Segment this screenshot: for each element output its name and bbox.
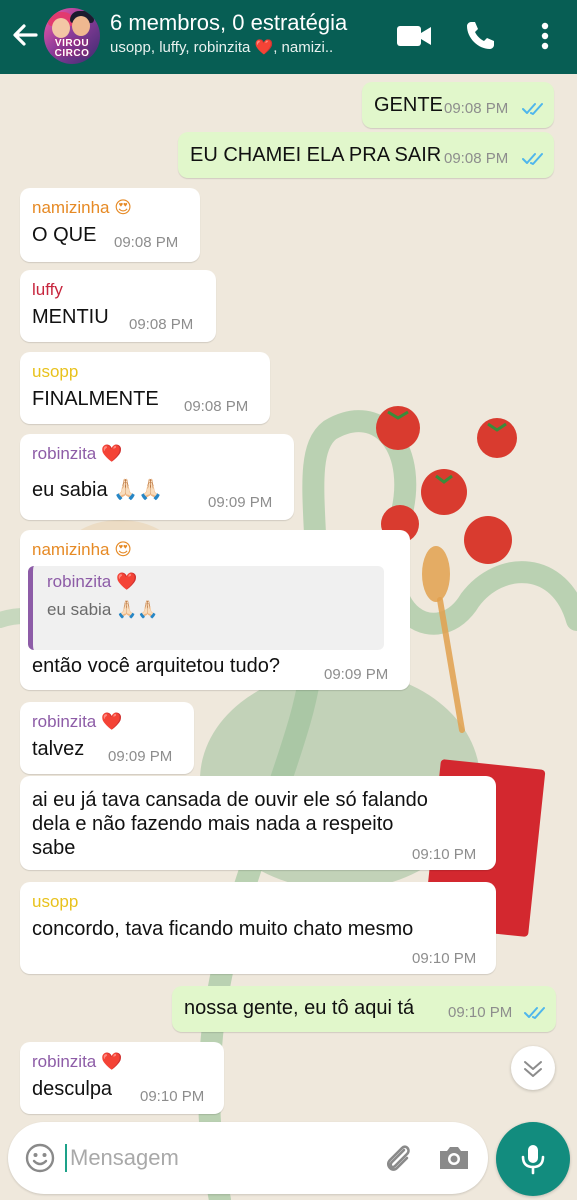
message-time: 09:08 PM	[444, 150, 509, 167]
emoji-button[interactable]	[24, 1142, 56, 1174]
emoji-icon	[25, 1143, 55, 1173]
message-bubble-incoming[interactable]: robinzita ❤️ talvez 09:09 PM	[20, 702, 194, 774]
group-avatar[interactable]: VIROU CIRCO	[44, 8, 100, 64]
message-time: 09:09 PM	[108, 748, 173, 765]
message-composer	[8, 1122, 488, 1194]
more-options-button[interactable]	[525, 16, 565, 56]
sender-name[interactable]: robinzita ❤️	[32, 712, 122, 732]
chevron-down-icon	[524, 1061, 542, 1077]
chat-title[interactable]: 6 membros, 0 estratégia	[110, 10, 380, 36]
paperclip-icon	[387, 1145, 410, 1171]
message-text: O QUE	[32, 224, 97, 246]
sender-name[interactable]: usopp	[32, 892, 78, 912]
message-time: 09:08 PM	[184, 398, 249, 415]
chat-header: VIROU CIRCO 6 membros, 0 estratégia usop…	[0, 0, 577, 74]
sender-name[interactable]: namizinha 😍	[32, 198, 132, 218]
message-text: EU CHAMEI ELA PRA SAIR	[190, 144, 442, 166]
message-time: 09:10 PM	[140, 1088, 205, 1105]
message-time: 09:08 PM	[129, 316, 194, 333]
message-bubble-incoming[interactable]: usopp concordo, tava ficando muito chato…	[20, 882, 496, 974]
camera-icon	[440, 1147, 468, 1169]
message-time: 09:10 PM	[412, 846, 477, 863]
video-call-button[interactable]	[394, 16, 434, 56]
message-text: então você arquitetou tudo?	[32, 655, 280, 677]
sender-name[interactable]: robinzita ❤️	[32, 1052, 122, 1072]
scroll-to-bottom-button[interactable]	[511, 1046, 555, 1090]
message-text: GENTE	[374, 94, 443, 116]
phone-icon	[467, 22, 494, 49]
attach-button[interactable]	[380, 1140, 416, 1176]
quoted-text: eu sabia 🙏🏻🙏🏻	[47, 600, 159, 619]
message-bubble-incoming[interactable]: usopp FINALMENTE 09:08 PM	[20, 352, 270, 424]
voice-call-button[interactable]	[460, 16, 500, 56]
video-call-icon	[397, 26, 431, 46]
text-cursor	[65, 1144, 67, 1172]
camera-button[interactable]	[436, 1140, 472, 1176]
message-text: desculpa	[32, 1078, 113, 1100]
avatar-logo-text: VIROU CIRCO	[54, 38, 90, 59]
message-time: 09:08 PM	[444, 100, 509, 117]
message-text: nossa gente, eu tô aqui tá	[184, 997, 415, 1019]
quoted-author: robinzita ❤️	[47, 572, 138, 591]
read-receipt-icon	[522, 103, 543, 115]
message-time: 09:10 PM	[448, 1004, 513, 1021]
microphone-icon	[521, 1145, 545, 1175]
message-text-line: dela e não fazendo mais nada a respeito	[32, 813, 394, 835]
message-bubble-outgoing[interactable]: GENTE 09:08 PM	[362, 82, 554, 128]
chat-members[interactable]: usopp, luffy, robinzita ❤️, namizi..	[110, 38, 370, 56]
read-receipt-icon	[524, 1007, 545, 1019]
message-bubble-incoming[interactable]: namizinha 😍 robinzita ❤️ eu sabia 🙏🏻🙏🏻 e…	[20, 530, 410, 690]
message-bubble-incoming[interactable]: luffy MENTIU 09:08 PM	[20, 270, 216, 342]
message-text: concordo, tava ficando muito chato mesmo	[32, 918, 414, 940]
message-bubble-outgoing[interactable]: nossa gente, eu tô aqui tá 09:10 PM	[172, 986, 556, 1032]
message-text-line: ai eu já tava cansada de ouvir ele só fa…	[32, 789, 428, 811]
message-text: eu sabia 🙏🏻🙏🏻	[32, 479, 163, 501]
message-text: FINALMENTE	[32, 388, 159, 410]
message-bubble-outgoing[interactable]: EU CHAMEI ELA PRA SAIR 09:08 PM	[178, 132, 554, 178]
message-text: talvez	[32, 738, 85, 760]
voice-message-button[interactable]	[496, 1122, 570, 1196]
message-time: 09:09 PM	[208, 494, 273, 511]
message-text-line: sabe	[32, 837, 76, 859]
back-button[interactable]	[8, 18, 42, 52]
arrow-left-icon	[13, 24, 38, 46]
message-time: 09:09 PM	[324, 666, 389, 683]
message-time: 09:10 PM	[412, 950, 477, 967]
message-bubble-incoming[interactable]: ai eu já tava cansada de ouvir ele só fa…	[20, 776, 496, 870]
quoted-message[interactable]: robinzita ❤️ eu sabia 🙏🏻🙏🏻	[28, 566, 384, 650]
sender-name[interactable]: usopp	[32, 362, 78, 382]
message-bubble-incoming[interactable]: robinzita ❤️ eu sabia 🙏🏻🙏🏻 09:09 PM	[20, 434, 294, 520]
more-vertical-icon	[541, 22, 549, 50]
sender-name[interactable]: luffy	[32, 280, 63, 300]
message-time: 09:08 PM	[114, 234, 179, 251]
message-text: MENTIU	[32, 306, 109, 328]
sender-name[interactable]: namizinha 😍	[32, 540, 132, 560]
message-input[interactable]	[70, 1140, 370, 1176]
message-bubble-incoming[interactable]: robinzita ❤️ desculpa 09:10 PM	[20, 1042, 224, 1114]
read-receipt-icon	[522, 153, 543, 165]
message-bubble-incoming[interactable]: namizinha 😍 O QUE 09:08 PM	[20, 188, 200, 262]
sender-name[interactable]: robinzita ❤️	[32, 444, 122, 464]
